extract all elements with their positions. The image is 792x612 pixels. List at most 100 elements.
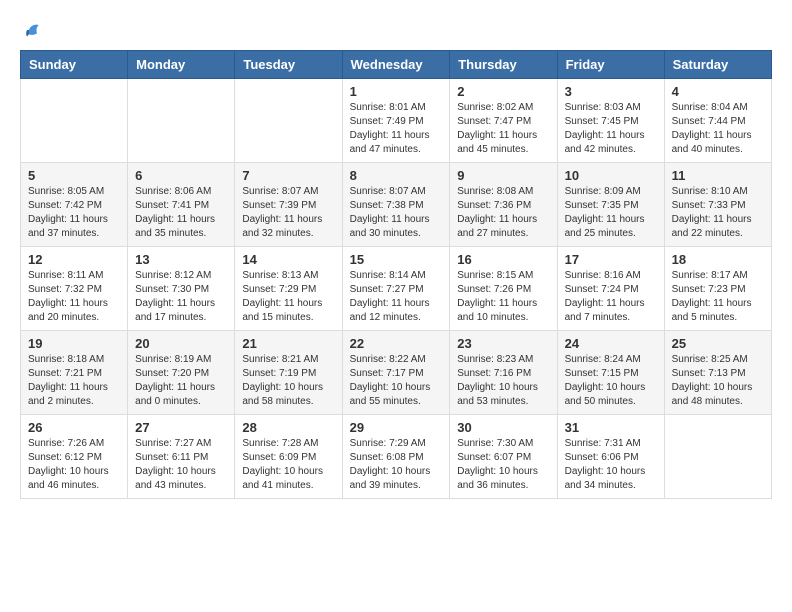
day-number: 28 (242, 420, 334, 435)
calendar-cell: 8 Sunrise: 8:07 AM Sunset: 7:38 PM Daylig… (342, 163, 450, 247)
calendar-week-row: 12Sunrise: 8:11 AM Sunset: 7:32 PM Dayli… (21, 247, 772, 331)
day-info: Sunrise: 8:08 AM Sunset: 7:36 PM Dayligh… (457, 185, 549, 241)
day-info: Sunrise: 8:15 AM Sunset: 7:26 PM Dayligh… (457, 269, 549, 325)
weekday-header-row: SundayMondayTuesdayWednesdayThursdayFrid… (21, 51, 772, 79)
calendar-cell: 30 Sunrise: 7:30 AM Sunset: 6:07 PM Dayli… (450, 415, 557, 499)
calendar-cell: 18 Sunrise: 8:17 AM Sunset: 7:23 PM Dayli… (664, 247, 771, 331)
day-number: 19 (28, 336, 120, 351)
calendar-cell (21, 79, 128, 163)
calendar-cell: 22 Sunrise: 8:22 AM Sunset: 7:17 PM Dayli… (342, 331, 450, 415)
calendar-cell: 29 Sunrise: 7:29 AM Sunset: 6:08 PM Dayli… (342, 415, 450, 499)
day-number: 16 (457, 252, 549, 267)
calendar-cell: 16 Sunrise: 8:15 AM Sunset: 7:26 PM Dayli… (450, 247, 557, 331)
day-info: Sunrise: 8:06 AM Sunset: 7:41 PM Dayligh… (135, 185, 227, 241)
day-info: Sunrise: 8:02 AM Sunset: 7:47 PM Dayligh… (457, 101, 549, 157)
calendar-week-row: 1Sunrise: 8:01 AM Sunset: 7:49 PM Daylig… (21, 79, 772, 163)
day-info: Sunrise: 7:26 AM Sunset: 6:12 PM Dayligh… (28, 437, 120, 493)
calendar-cell: 7 Sunrise: 8:07 AM Sunset: 7:39 PM Daylig… (235, 163, 342, 247)
calendar-cell: 9 Sunrise: 8:08 AM Sunset: 7:36 PM Daylig… (450, 163, 557, 247)
day-info: Sunrise: 8:16 AM Sunset: 7:24 PM Dayligh… (565, 269, 657, 325)
calendar-cell: 20 Sunrise: 8:19 AM Sunset: 7:20 PM Dayli… (128, 331, 235, 415)
day-number: 6 (135, 168, 227, 183)
weekday-header-wednesday: Wednesday (342, 51, 450, 79)
day-info: Sunrise: 8:18 AM Sunset: 7:21 PM Dayligh… (28, 353, 120, 409)
day-number: 23 (457, 336, 549, 351)
weekday-header-saturday: Saturday (664, 51, 771, 79)
day-number: 31 (565, 420, 657, 435)
calendar-cell: 5 Sunrise: 8:05 AM Sunset: 7:42 PM Daylig… (21, 163, 128, 247)
day-info: Sunrise: 8:05 AM Sunset: 7:42 PM Dayligh… (28, 185, 120, 241)
calendar-cell: 28 Sunrise: 7:28 AM Sunset: 6:09 PM Dayli… (235, 415, 342, 499)
day-number: 9 (457, 168, 549, 183)
day-number: 11 (672, 168, 764, 183)
calendar-cell: 17 Sunrise: 8:16 AM Sunset: 7:24 PM Dayli… (557, 247, 664, 331)
day-number: 21 (242, 336, 334, 351)
day-info: Sunrise: 8:24 AM Sunset: 7:15 PM Dayligh… (565, 353, 657, 409)
day-number: 15 (350, 252, 443, 267)
calendar-cell: 1Sunrise: 8:01 AM Sunset: 7:49 PM Daylig… (342, 79, 450, 163)
day-number: 20 (135, 336, 227, 351)
day-number: 7 (242, 168, 334, 183)
calendar-cell: 25Sunrise: 8:25 AM Sunset: 7:13 PM Dayli… (664, 331, 771, 415)
day-info: Sunrise: 8:23 AM Sunset: 7:16 PM Dayligh… (457, 353, 549, 409)
day-info: Sunrise: 8:10 AM Sunset: 7:33 PM Dayligh… (672, 185, 764, 241)
day-number: 1 (350, 84, 443, 99)
day-number: 24 (565, 336, 657, 351)
calendar-cell: 12Sunrise: 8:11 AM Sunset: 7:32 PM Dayli… (21, 247, 128, 331)
day-info: Sunrise: 8:07 AM Sunset: 7:38 PM Dayligh… (350, 185, 443, 241)
weekday-header-thursday: Thursday (450, 51, 557, 79)
calendar-cell: 27 Sunrise: 7:27 AM Sunset: 6:11 PM Dayli… (128, 415, 235, 499)
day-info: Sunrise: 8:12 AM Sunset: 7:30 PM Dayligh… (135, 269, 227, 325)
day-number: 17 (565, 252, 657, 267)
day-info: Sunrise: 7:27 AM Sunset: 6:11 PM Dayligh… (135, 437, 227, 493)
day-number: 25 (672, 336, 764, 351)
day-info: Sunrise: 7:29 AM Sunset: 6:08 PM Dayligh… (350, 437, 443, 493)
day-info: Sunrise: 8:03 AM Sunset: 7:45 PM Dayligh… (565, 101, 657, 157)
day-number: 22 (350, 336, 443, 351)
calendar-cell: 26 Sunrise: 7:26 AM Sunset: 6:12 PM Dayli… (21, 415, 128, 499)
day-number: 5 (28, 168, 120, 183)
day-info: Sunrise: 8:17 AM Sunset: 7:23 PM Dayligh… (672, 269, 764, 325)
calendar-cell: 13 Sunrise: 8:12 AM Sunset: 7:30 PM Dayli… (128, 247, 235, 331)
day-number: 13 (135, 252, 227, 267)
day-info: Sunrise: 8:19 AM Sunset: 7:20 PM Dayligh… (135, 353, 227, 409)
day-number: 3 (565, 84, 657, 99)
logo (20, 20, 42, 40)
day-number: 29 (350, 420, 443, 435)
day-info: Sunrise: 8:07 AM Sunset: 7:39 PM Dayligh… (242, 185, 334, 241)
calendar-cell (128, 79, 235, 163)
calendar-cell: 31 Sunrise: 7:31 AM Sunset: 6:06 PM Dayli… (557, 415, 664, 499)
calendar-cell: 23 Sunrise: 8:23 AM Sunset: 7:16 PM Dayli… (450, 331, 557, 415)
calendar-table: SundayMondayTuesdayWednesdayThursdayFrid… (20, 50, 772, 499)
calendar-cell (664, 415, 771, 499)
calendar-cell: 3 Sunrise: 8:03 AM Sunset: 7:45 PM Daylig… (557, 79, 664, 163)
day-info: Sunrise: 7:28 AM Sunset: 6:09 PM Dayligh… (242, 437, 334, 493)
calendar-cell: 15 Sunrise: 8:14 AM Sunset: 7:27 PM Dayli… (342, 247, 450, 331)
day-info: Sunrise: 8:21 AM Sunset: 7:19 PM Dayligh… (242, 353, 334, 409)
calendar-week-row: 19 Sunrise: 8:18 AM Sunset: 7:21 PM Dayli… (21, 331, 772, 415)
calendar-cell: 6 Sunrise: 8:06 AM Sunset: 7:41 PM Daylig… (128, 163, 235, 247)
page-header (20, 20, 772, 40)
day-info: Sunrise: 7:30 AM Sunset: 6:07 PM Dayligh… (457, 437, 549, 493)
calendar-cell: 4 Sunrise: 8:04 AM Sunset: 7:44 PM Daylig… (664, 79, 771, 163)
day-info: Sunrise: 8:13 AM Sunset: 7:29 PM Dayligh… (242, 269, 334, 325)
calendar-week-row: 5 Sunrise: 8:05 AM Sunset: 7:42 PM Daylig… (21, 163, 772, 247)
day-info: Sunrise: 7:31 AM Sunset: 6:06 PM Dayligh… (565, 437, 657, 493)
day-number: 26 (28, 420, 120, 435)
day-number: 4 (672, 84, 764, 99)
day-info: Sunrise: 8:14 AM Sunset: 7:27 PM Dayligh… (350, 269, 443, 325)
day-number: 10 (565, 168, 657, 183)
day-number: 27 (135, 420, 227, 435)
day-number: 18 (672, 252, 764, 267)
calendar-cell: 14Sunrise: 8:13 AM Sunset: 7:29 PM Dayli… (235, 247, 342, 331)
calendar-week-row: 26 Sunrise: 7:26 AM Sunset: 6:12 PM Dayli… (21, 415, 772, 499)
logo-icon (22, 20, 42, 40)
day-number: 12 (28, 252, 120, 267)
weekday-header-sunday: Sunday (21, 51, 128, 79)
day-number: 8 (350, 168, 443, 183)
day-number: 30 (457, 420, 549, 435)
day-info: Sunrise: 8:04 AM Sunset: 7:44 PM Dayligh… (672, 101, 764, 157)
calendar-cell: 2Sunrise: 8:02 AM Sunset: 7:47 PM Daylig… (450, 79, 557, 163)
calendar-cell: 10Sunrise: 8:09 AM Sunset: 7:35 PM Dayli… (557, 163, 664, 247)
day-info: Sunrise: 8:22 AM Sunset: 7:17 PM Dayligh… (350, 353, 443, 409)
